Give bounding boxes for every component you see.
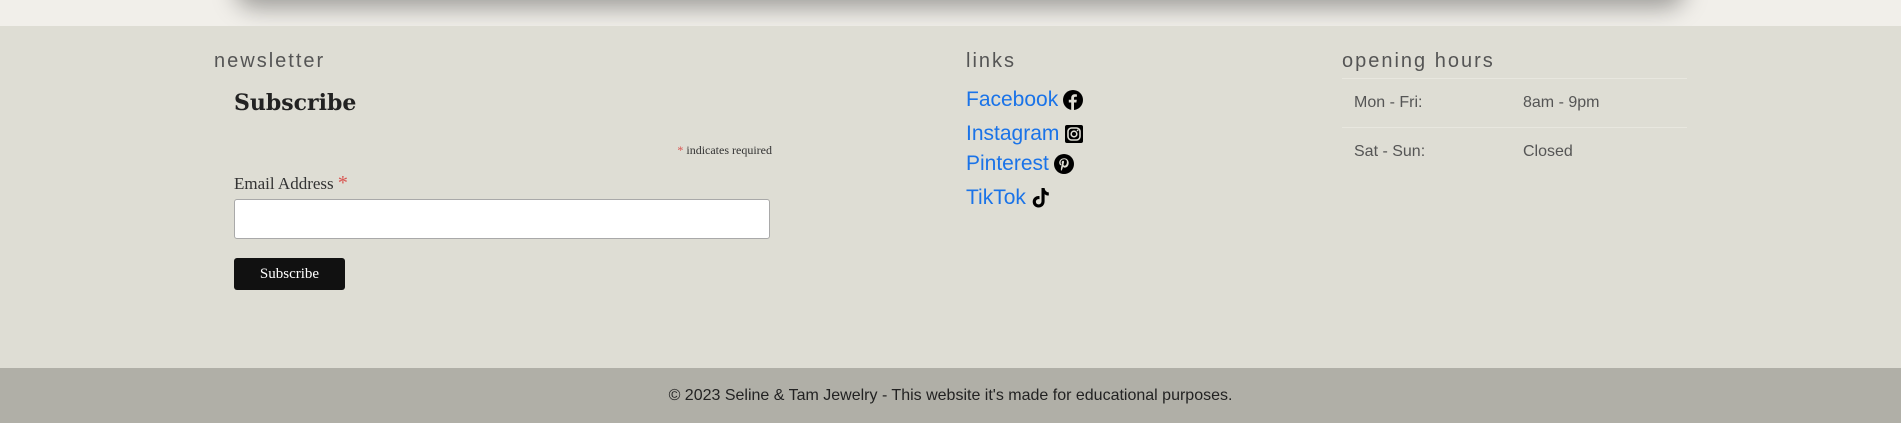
hours-day: Mon - Fri: — [1342, 78, 1511, 128]
required-note-text: indicates required — [683, 143, 772, 157]
tiktok-link[interactable]: TikTok — [966, 186, 1026, 210]
facebook-link[interactable]: Facebook — [966, 88, 1058, 112]
link-item-facebook: Facebook — [966, 88, 1084, 112]
opening-hours-table: Mon - Fri: 8am - 9pm Sat - Sun: Closed — [1342, 78, 1687, 176]
link-item-tiktok: TikTok — [966, 186, 1052, 210]
instagram-icon[interactable] — [1063, 123, 1085, 145]
page-top-strip — [0, 0, 1901, 26]
email-field[interactable] — [234, 199, 770, 239]
site-footer: newsletter Subscribe * indicates require… — [0, 26, 1901, 368]
tiktok-icon[interactable] — [1030, 187, 1052, 209]
email-label: Email Address * — [234, 172, 348, 195]
instagram-link[interactable]: Instagram — [966, 122, 1059, 146]
hours-day: Sat - Sun: — [1342, 127, 1511, 176]
subscribe-button[interactable]: Subscribe — [234, 258, 345, 290]
hours-time: 8am - 9pm — [1511, 78, 1687, 128]
opening-hours-title: opening hours — [1342, 50, 1495, 72]
email-required-asterisk: * — [337, 172, 348, 194]
copyright-text: © 2023 Seline & Tam Jewelry - This websi… — [668, 386, 1233, 404]
links-title: links — [966, 50, 1017, 72]
required-note: * indicates required — [540, 143, 772, 158]
hours-row: Mon - Fri: 8am - 9pm — [1342, 78, 1687, 128]
email-label-text: Email Address — [234, 174, 338, 193]
hours-row: Sat - Sun: Closed — [1342, 127, 1687, 176]
pinterest-link[interactable]: Pinterest — [966, 152, 1049, 176]
facebook-icon[interactable] — [1062, 89, 1084, 111]
copyright-bar: © 2023 Seline & Tam Jewelry - This websi… — [0, 368, 1901, 423]
newsletter-title: newsletter — [214, 50, 326, 72]
link-item-instagram: Instagram — [966, 122, 1085, 146]
subscribe-heading: Subscribe — [234, 90, 357, 116]
link-item-pinterest: Pinterest — [966, 152, 1075, 176]
hours-time: Closed — [1511, 127, 1687, 176]
pinterest-icon[interactable] — [1053, 153, 1075, 175]
